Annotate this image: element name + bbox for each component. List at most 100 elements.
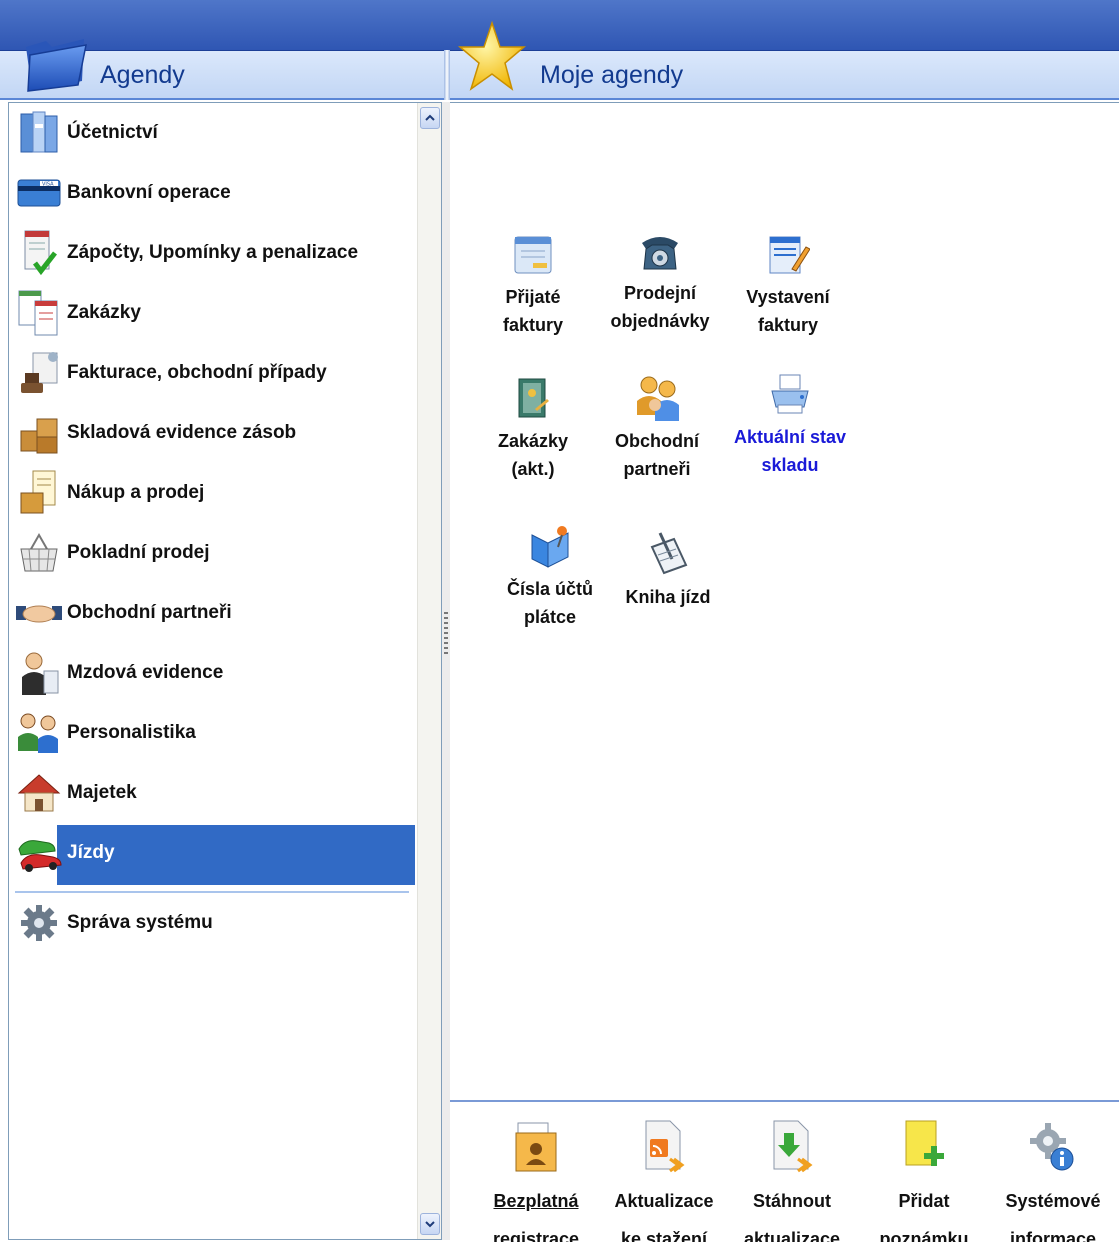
header-divider: [444, 50, 450, 100]
add-note-button[interactable]: Přidat poznámku: [864, 1116, 984, 1242]
star-icon: [457, 20, 526, 91]
agenda-item-zakazky[interactable]: Zakázky: [9, 283, 415, 343]
agenda-item-pokladni-prodej[interactable]: Pokladní prodej: [9, 523, 415, 583]
agenda-item-jizdy[interactable]: Jízdy: [9, 823, 415, 885]
panel-headers: Agendy Moje agendy: [0, 20, 1119, 100]
agenda-label: Bankovní operace: [67, 182, 231, 203]
shortcut-label-line2: (akt.): [511, 459, 555, 479]
agenda-label: Obchodní partneři: [67, 602, 232, 623]
shortcut-prodejni-objednavky[interactable]: Prodejní objednávky: [600, 225, 720, 333]
free-registration-button[interactable]: Bezplatná registrace: [476, 1116, 596, 1242]
shortcut-vystaveni-faktury[interactable]: Vystavení faktury: [728, 229, 848, 337]
shortcut-kniha-jizd[interactable]: Kniha jízd: [608, 529, 728, 613]
shortcut-obchodni-partneri[interactable]: Obchodní partneři: [597, 373, 717, 481]
book-pin-icon: [526, 521, 574, 573]
my-agendas-title: Moje agendy: [540, 61, 684, 89]
cars-icon: [13, 829, 65, 877]
logbook-icon: [644, 529, 692, 581]
invoice-stamp-icon: [13, 349, 65, 397]
agenda-item-majetek[interactable]: Majetek: [9, 763, 415, 823]
agenda-label: Majetek: [67, 782, 137, 803]
shortcut-label-line2: faktury: [757, 315, 819, 335]
agenda-list: Účetnictví VISA Bankovní operace Zápočty…: [9, 103, 415, 953]
shortcut-label-line2: objednávky: [610, 311, 710, 331]
chevron-down-icon: [425, 1221, 435, 1228]
chevron-up-icon: [425, 114, 435, 121]
add-note-icon: [899, 1116, 949, 1178]
agenda-scrollbar[interactable]: [417, 103, 441, 1239]
tool-label-line1: Bezplatná: [493, 1191, 579, 1211]
agenda-label: Zakázky: [67, 302, 141, 323]
tool-label-line1: Přidat: [898, 1191, 950, 1211]
shortcut-aktualni-stav-skladu[interactable]: Aktuální stav skladu: [730, 369, 850, 477]
boxes-icon: [13, 409, 65, 457]
agenda-item-mzdova-evidence[interactable]: Mzdová evidence: [9, 643, 415, 703]
agenda-label: Zápočty, Upomínky a penalizace: [67, 242, 359, 263]
system-info-button[interactable]: Systémové informace: [993, 1116, 1113, 1242]
shortcut-label-line1: Aktuální stav: [733, 427, 847, 447]
agenda-item-zapocty[interactable]: Zápočty, Upomínky a penalizace: [9, 223, 415, 283]
shortcut-zakazky-akt[interactable]: Zakázky (akt.): [473, 373, 593, 481]
agenda-label: Účetnictví: [67, 122, 158, 143]
agendas-header: Agendy: [0, 39, 446, 99]
ledger-icon: [13, 109, 65, 157]
system-info-icon: [1028, 1116, 1078, 1178]
gear-icon: [13, 899, 65, 947]
agenda-item-obchodni-partneri[interactable]: Obchodní partneři: [9, 583, 415, 643]
order-book-icon: [509, 373, 557, 425]
agenda-item-sprava-systemu[interactable]: Správa systému: [9, 893, 415, 953]
download-updates-button[interactable]: Stáhnout aktualizace: [732, 1116, 852, 1242]
agenda-label: Správa systému: [67, 912, 213, 933]
shortcut-label-line2: partneři: [623, 459, 691, 479]
tool-label-line2: ke stažení: [620, 1229, 708, 1242]
employee-icon: [13, 649, 65, 697]
tool-label-line1: Systémové: [1005, 1191, 1101, 1211]
agenda-item-ucetnictvi[interactable]: Účetnictví: [9, 103, 415, 163]
issued-invoice-icon: [764, 229, 812, 281]
agenda-item-fakturace[interactable]: Fakturace, obchodní případy: [9, 343, 415, 403]
document-check-icon: [13, 229, 65, 277]
agenda-label: Nákup a prodej: [67, 482, 205, 503]
shortcut-prijate-faktury[interactable]: Přijaté faktury: [473, 229, 593, 337]
rss-document-icon: [639, 1116, 689, 1178]
agenda-label: Personalistika: [67, 722, 196, 743]
scroll-up-button[interactable]: [420, 107, 440, 129]
shopping-basket-icon: [13, 529, 65, 577]
splitter-grip[interactable]: [444, 612, 448, 656]
scroll-down-button[interactable]: [420, 1213, 440, 1235]
agenda-label: Skladová evidence zásob: [67, 422, 297, 443]
agenda-item-skladova-evidence[interactable]: Skladová evidence zásob: [9, 403, 415, 463]
shortcut-label-line1: Obchodní: [615, 431, 699, 451]
my-agendas-header: Moje agendy: [448, 20, 1119, 99]
printer-icon: [766, 369, 814, 421]
telephone-icon: [636, 225, 684, 277]
shortcut-label-line1: Kniha jízd: [625, 587, 711, 607]
my-agendas-panel: Přijaté faktury Prodejní objednávky Vyst…: [450, 102, 1119, 1102]
house-icon: [13, 769, 65, 817]
tool-label-line2: aktualizace: [743, 1229, 841, 1242]
download-document-icon: [767, 1116, 817, 1178]
tool-label-line2: registrace: [492, 1229, 580, 1242]
updates-download-button[interactable]: Aktualizace ke stažení: [604, 1116, 724, 1242]
agenda-item-personalistika[interactable]: Personalistika: [9, 703, 415, 763]
agendas-title: Agendy: [100, 61, 185, 89]
agenda-item-bankovni-operace[interactable]: VISA Bankovní operace: [9, 163, 415, 223]
credit-card-icon: VISA: [13, 169, 65, 217]
shortcut-label-line1: Čísla účtů: [506, 579, 594, 599]
panel-splitter[interactable]: [442, 102, 450, 1240]
folder-icon: [26, 39, 87, 92]
tool-label-line2: informace: [1009, 1229, 1097, 1242]
tool-label-line2: poznámku: [879, 1229, 969, 1242]
agenda-label: Mzdová evidence: [67, 662, 224, 683]
shortcut-cisla-uctu-platce[interactable]: Čísla účtů plátce: [490, 521, 610, 629]
shortcut-label-line2: skladu: [761, 455, 819, 475]
shortcut-label-line1: Přijaté: [505, 287, 561, 307]
tool-label-line1: Aktualizace: [614, 1191, 714, 1211]
shortcut-label-line1: Zakázky: [497, 431, 569, 451]
registration-folder-icon: [511, 1116, 561, 1178]
forms-icon: [13, 289, 65, 337]
shortcut-label-line2: faktury: [502, 315, 564, 335]
agenda-label: Jízdy: [67, 842, 115, 863]
box-document-icon: [13, 469, 65, 517]
agenda-item-nakup-prodej[interactable]: Nákup a prodej: [9, 463, 415, 523]
